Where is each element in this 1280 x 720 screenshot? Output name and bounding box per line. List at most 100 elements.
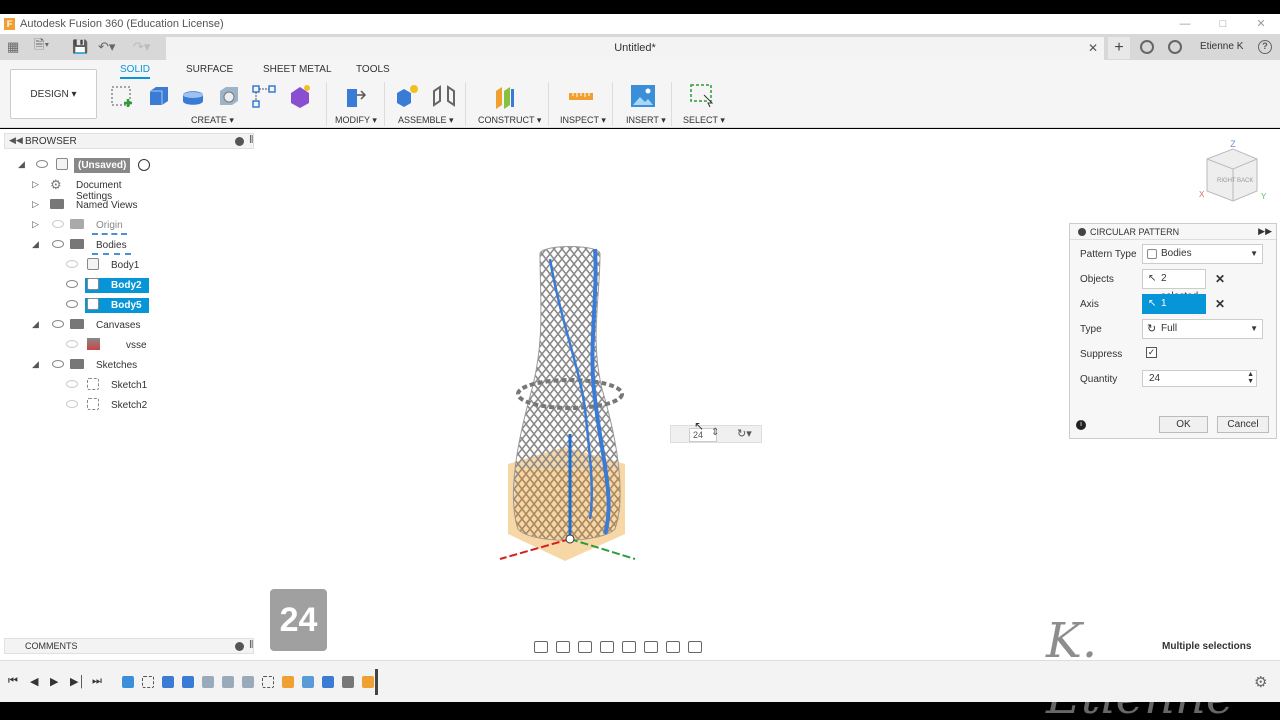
help-icon[interactable]: ? <box>1258 40 1272 54</box>
timeline-forward-icon[interactable]: ▶│ <box>70 675 85 688</box>
visibility-eye-icon[interactable] <box>52 240 64 248</box>
quantity-stepper[interactable]: ▲ ▼ <box>1247 371 1254 385</box>
extrude-icon[interactable] <box>145 83 171 109</box>
display-settings-icon[interactable] <box>644 641 658 653</box>
tree-item-named-views[interactable]: ▷ Named Views <box>30 197 160 213</box>
visibility-eye-icon[interactable] <box>66 380 78 388</box>
timeline-revolve-icon[interactable] <box>182 676 194 688</box>
hole-icon[interactable] <box>216 83 242 109</box>
timeline-settings-gear-icon[interactable]: ⚙ <box>1254 673 1267 691</box>
document-tab[interactable]: Untitled* ✕ <box>166 37 1104 60</box>
collapse-arrow-icon[interactable]: ◢ <box>32 239 39 250</box>
axis-selector[interactable]: ↖ 1 selected <box>1142 294 1206 327</box>
collapse-arrow-icon[interactable]: ◢ <box>18 159 25 170</box>
collapse-browser-icon[interactable]: ◀◀ <box>9 135 23 146</box>
close-window-icon[interactable]: ✕ <box>1242 14 1280 34</box>
dialog-expand-icon[interactable]: ▶▶ <box>1258 226 1272 237</box>
select-menu[interactable]: SELECT ▾ <box>683 115 725 126</box>
redo-icon[interactable]: ↷▾ <box>133 34 150 60</box>
visibility-eye-icon[interactable] <box>52 320 64 328</box>
timeline-sketch-icon[interactable] <box>142 676 154 688</box>
quantity-input[interactable]: 24 ▲ ▼ <box>1142 370 1257 387</box>
visibility-eye-icon[interactable] <box>66 400 78 408</box>
activate-radio-icon[interactable] <box>138 159 150 171</box>
tree-item-body5[interactable]: Body5 <box>60 297 160 313</box>
tree-item-sketch1[interactable]: Sketch1 <box>60 377 160 393</box>
joint-icon[interactable] <box>431 83 457 109</box>
tree-item-bodies[interactable]: ◢ Bodies <box>30 237 160 255</box>
objects-selector[interactable]: ↖ 2 selected <box>1142 269 1206 302</box>
expand-arrow-icon[interactable]: ▷ <box>32 199 39 210</box>
tree-item-sketches[interactable]: ◢ Sketches <box>30 357 160 373</box>
timeline-play-icon[interactable]: ▶ <box>50 675 58 688</box>
visibility-eye-icon[interactable] <box>36 160 48 168</box>
new-component-icon[interactable] <box>394 83 420 109</box>
create-menu[interactable]: CREATE ▾ <box>191 115 234 126</box>
rectangular-pattern-icon[interactable] <box>251 83 277 109</box>
new-tab-icon[interactable]: + <box>1108 37 1130 59</box>
visibility-eye-icon[interactable] <box>66 340 78 348</box>
visibility-eye-icon[interactable] <box>52 360 64 368</box>
close-tab-icon[interactable]: ✕ <box>1088 41 1098 55</box>
minimize-icon[interactable]: — <box>1166 14 1204 34</box>
tree-item-document-settings[interactable]: ▷ ⚙ Document Settings <box>30 177 160 202</box>
revolve-icon[interactable] <box>180 83 206 109</box>
expand-arrow-icon[interactable]: ▷ <box>32 219 39 230</box>
visibility-eye-icon[interactable] <box>66 260 78 268</box>
comments-pin-icon[interactable]: ‖ <box>249 639 254 651</box>
inspect-menu[interactable]: INSPECT ▾ <box>560 115 606 126</box>
maximize-icon[interactable]: □ <box>1204 14 1242 34</box>
pattern-type-select[interactable]: Bodies ▼ <box>1142 244 1263 264</box>
browser-options-icon[interactable] <box>235 137 244 146</box>
ok-button[interactable]: OK <box>1159 416 1208 433</box>
canvas-viewport[interactable]: ◀◀ BROWSER ‖ ◢ (Unsaved) ▷ ⚙ Document Se… <box>0 129 1280 720</box>
dialog-header[interactable]: CIRCULAR PATTERN ▶▶ <box>1070 224 1276 240</box>
visibility-eye-icon[interactable] <box>52 220 64 228</box>
tab-solid[interactable]: SOLID <box>120 64 151 79</box>
suppress-checkbox[interactable]: ✓ <box>1146 347 1157 358</box>
offset-plane-icon[interactable] <box>493 83 519 109</box>
grid-icon[interactable] <box>666 641 680 653</box>
press-pull-icon[interactable] <box>341 83 367 109</box>
measure-icon[interactable] <box>568 83 594 109</box>
pattern-type-icon[interactable]: ↻▾ <box>737 427 752 440</box>
pan-icon[interactable] <box>578 641 592 653</box>
notifications-icon[interactable] <box>1168 40 1182 54</box>
undo-icon[interactable]: ↶▾ <box>98 34 115 60</box>
create-sketch-icon[interactable] <box>110 83 136 109</box>
timeline-feature-icon[interactable] <box>282 676 294 688</box>
tree-item-canvas-vsse[interactable]: vsse <box>60 337 160 353</box>
timeline-sketch-icon[interactable] <box>262 676 274 688</box>
inline-quantity-widget[interactable]: 24 ⇕ ↻▾ <box>670 425 762 443</box>
modify-menu[interactable]: MODIFY ▾ <box>335 115 377 126</box>
comments-panel[interactable]: COMMENTS ‖ <box>4 638 254 654</box>
timeline-revolve-icon[interactable] <box>162 676 174 688</box>
cancel-button[interactable]: Cancel <box>1217 416 1269 433</box>
orbit-icon[interactable] <box>534 641 548 653</box>
timeline-back-icon[interactable]: ◀ <box>30 675 38 688</box>
tab-sheet-metal[interactable]: SHEET METAL <box>263 64 332 75</box>
timeline-feature-icon[interactable] <box>242 676 254 688</box>
create-form-icon[interactable] <box>287 83 313 109</box>
browser-header[interactable]: ◀◀ BROWSER ‖ <box>4 133 254 149</box>
timeline-end-icon[interactable]: ⏭ <box>92 675 102 688</box>
collapse-arrow-icon[interactable]: ◢ <box>32 359 39 370</box>
save-icon[interactable]: 💾 <box>72 34 88 60</box>
timeline-canvas-icon[interactable] <box>122 676 134 688</box>
timeline-feature-icon[interactable] <box>202 676 214 688</box>
job-status-icon[interactable] <box>1140 40 1154 54</box>
look-at-icon[interactable] <box>556 641 570 653</box>
tree-item-body2[interactable]: Body2 <box>60 277 160 293</box>
timeline-pattern-icon[interactable] <box>362 676 374 688</box>
add-comment-icon[interactable] <box>235 642 244 651</box>
insert-image-icon[interactable] <box>630 83 656 109</box>
visibility-eye-icon[interactable] <box>66 300 78 308</box>
apps-grid-icon[interactable]: ▦ <box>7 34 19 60</box>
clear-axis-icon[interactable]: ✕ <box>1215 297 1225 311</box>
lattice-vase-model[interactable] <box>490 239 640 569</box>
collapse-arrow-icon[interactable]: ◢ <box>32 319 39 330</box>
timeline-start-icon[interactable]: ⏮ <box>8 675 18 688</box>
timeline-feature-icon[interactable] <box>222 676 234 688</box>
assemble-menu[interactable]: ASSEMBLE ▾ <box>398 115 454 126</box>
fit-icon[interactable] <box>622 641 636 653</box>
